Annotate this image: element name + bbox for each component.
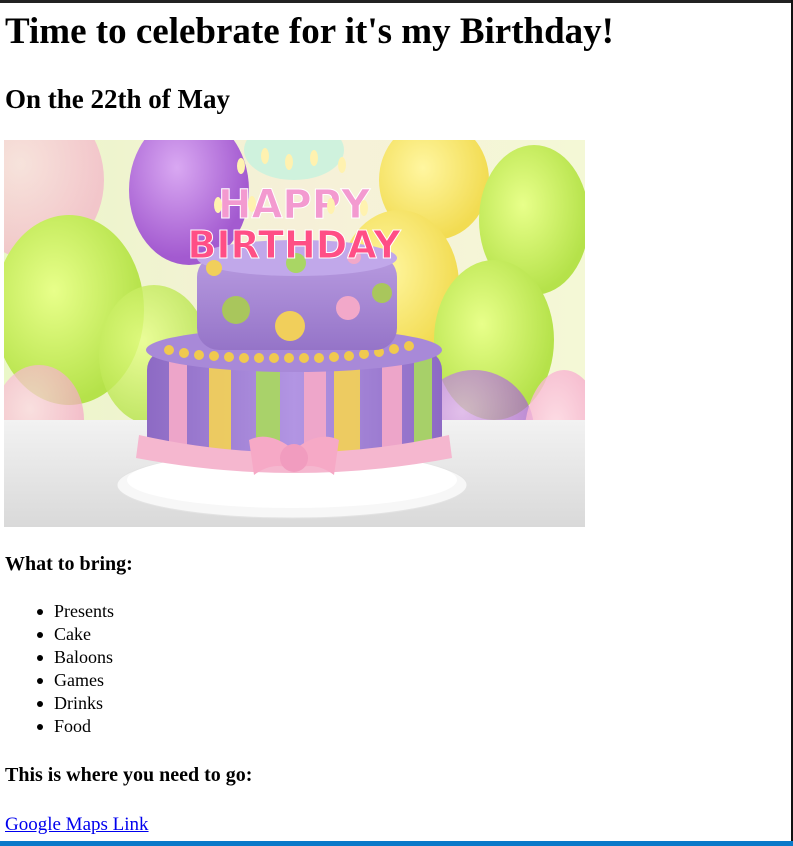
happy-candle-text: HAPPY: [218, 182, 371, 228]
page-title: Time to celebrate for it's my Birthday!: [5, 11, 615, 52]
google-maps-link[interactable]: Google Maps Link: [5, 813, 149, 837]
bottom-border: [0, 841, 793, 846]
birthday-cake-image: HAPPY BIRTHDAY: [4, 140, 585, 527]
list-item: Games: [37, 669, 114, 692]
list-item: Drinks: [37, 692, 114, 715]
list-item: Presents: [37, 601, 114, 621]
list-item: Food: [37, 715, 114, 738]
top-border: [0, 0, 793, 3]
birthday-candle-text: BIRTHDAY: [187, 223, 401, 267]
list-item: Cake: [37, 623, 114, 646]
list-item: Baloons: [37, 647, 114, 667]
bring-list: Presents Cake Baloons Games Drinks Food: [4, 600, 114, 738]
what-to-bring-heading: What to bring:: [5, 553, 133, 575]
location-heading: This is where you need to go:: [5, 764, 253, 786]
page-subtitle: On the 22th of May: [5, 84, 230, 114]
